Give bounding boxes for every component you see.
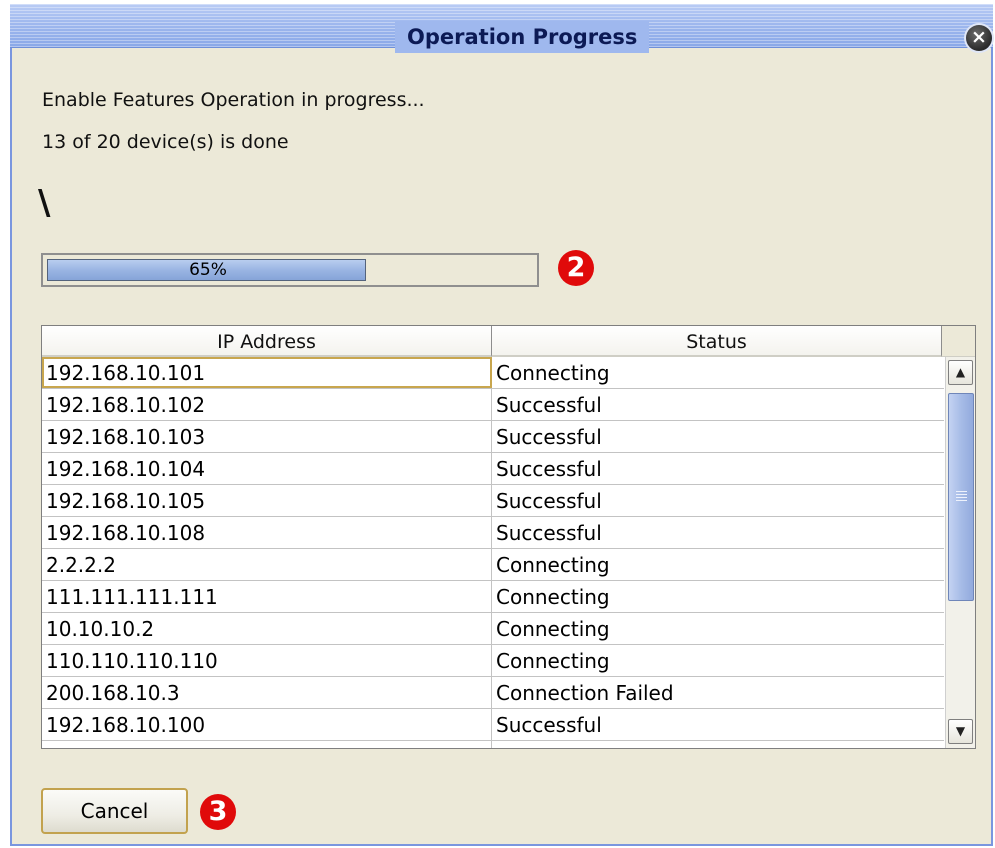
cell-status[interactable]: Connecting	[492, 645, 944, 676]
table-row[interactable]: 192.168.10.104 Successful	[42, 453, 944, 485]
cell-ip-address[interactable]: 200.168.10.3	[42, 677, 492, 708]
device-status-table: IP Address Status 192.168.10.101 Connecti…	[41, 325, 976, 749]
cell-status[interactable]: Successful	[492, 741, 944, 748]
dialog-title: Operation Progress	[395, 21, 650, 53]
table-row[interactable]: 192.168.10.6Successful	[42, 741, 944, 748]
callout-marker-3: 3	[200, 794, 236, 830]
header-corner	[942, 326, 975, 357]
cancel-button[interactable]: Cancel	[41, 788, 188, 834]
busy-spinner-icon: \	[38, 183, 51, 223]
table-row[interactable]: 10.10.10.2 Connecting	[42, 613, 944, 645]
close-icon[interactable]: ×	[966, 25, 992, 51]
cell-status[interactable]: Connecting	[492, 613, 944, 644]
table-row[interactable]: 192.168.10.103 Successful	[42, 421, 944, 453]
table-row[interactable]: 192.168.10.100 Successful	[42, 709, 944, 741]
cell-status[interactable]: Successful	[492, 517, 944, 548]
device-count-text: 13 of 20 device(s) is done	[42, 131, 289, 153]
cell-ip-address[interactable]: 192.168.10.101	[42, 357, 492, 388]
cell-ip-address[interactable]: 192.168.10.104	[42, 453, 492, 484]
cell-status[interactable]: Connection Failed	[492, 677, 944, 708]
cell-ip-address[interactable]: 192.168.10.105	[42, 485, 492, 516]
cell-status[interactable]: Successful	[492, 485, 944, 516]
cell-ip-address[interactable]: 110.110.110.110	[42, 645, 492, 676]
grip-line-icon	[956, 491, 967, 492]
cell-status[interactable]: Successful	[492, 709, 944, 740]
grip-line-icon	[956, 497, 967, 498]
grip-line-icon	[956, 494, 967, 495]
cell-ip-address[interactable]: 10.10.10.2	[42, 613, 492, 644]
column-header-ip-address[interactable]: IP Address	[42, 326, 492, 357]
cell-ip-address[interactable]: 192.168.10.6	[42, 741, 492, 748]
cell-status[interactable]: Connecting	[492, 581, 944, 612]
cell-status[interactable]: Connecting	[492, 549, 944, 580]
table-row[interactable]: 192.168.10.108 Successful	[42, 517, 944, 549]
cell-status[interactable]: Connecting	[492, 357, 944, 388]
table-row[interactable]: 2.2.2.2 Connecting	[42, 549, 944, 581]
cell-ip-address[interactable]: 192.168.10.103	[42, 421, 492, 452]
table-header: IP Address Status	[42, 326, 975, 357]
title-bar[interactable]: Operation Progress ×	[10, 4, 993, 53]
scroll-down-arrow-icon[interactable]: ▼	[948, 719, 973, 744]
operation-message: Enable Features Operation in progress...	[42, 89, 425, 111]
table-row[interactable]: 110.110.110.110 Connecting	[42, 645, 944, 677]
table-row[interactable]: 192.168.10.102 Successful	[42, 389, 944, 421]
grip-line-icon	[956, 500, 967, 501]
table-row[interactable]: 192.168.10.101 Connecting	[42, 357, 944, 389]
cell-status[interactable]: Successful	[492, 389, 944, 420]
cell-ip-address[interactable]: 192.168.10.100	[42, 709, 492, 740]
vertical-scrollbar[interactable]: ▲ ▼	[945, 357, 975, 748]
table-row[interactable]: 200.168.10.3 Connection Failed	[42, 677, 944, 709]
callout-marker-2: 2	[558, 250, 594, 286]
cell-ip-address[interactable]: 192.168.10.108	[42, 517, 492, 548]
cell-ip-address[interactable]: 111.111.111.111	[42, 581, 492, 612]
scrollbar-thumb[interactable]	[948, 393, 974, 601]
progress-label: 65%	[189, 260, 227, 280]
cell-ip-address[interactable]: 2.2.2.2	[42, 549, 492, 580]
column-header-status[interactable]: Status	[492, 326, 942, 357]
cell-ip-address[interactable]: 192.168.10.102	[42, 389, 492, 420]
cell-status[interactable]: Successful	[492, 453, 944, 484]
table-row[interactable]: 111.111.111.111 Connecting	[42, 581, 944, 613]
cell-status[interactable]: Successful	[492, 421, 944, 452]
progress-bar: 65%	[41, 253, 539, 287]
scroll-up-arrow-icon[interactable]: ▲	[948, 360, 973, 385]
table-row[interactable]: 192.168.10.105 Successful	[42, 485, 944, 517]
